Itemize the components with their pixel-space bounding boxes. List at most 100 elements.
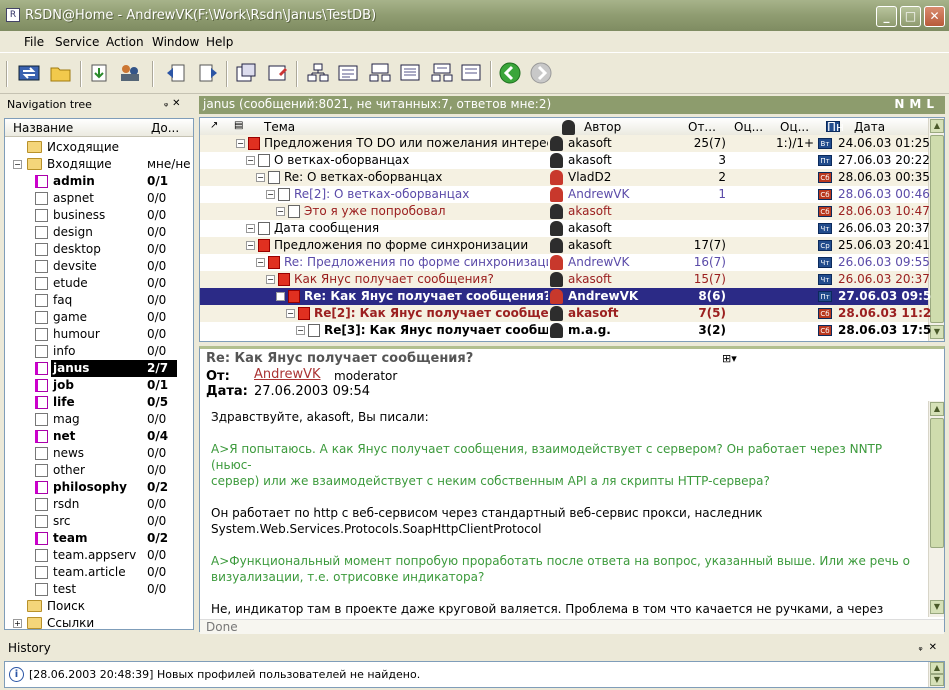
tree-item[interactable]: team.article 0/0 [5,564,193,581]
users-icon[interactable] [118,62,142,84]
menu-help[interactable]: Help [206,35,233,49]
tree-item[interactable]: admin 0/1 [5,173,193,190]
tree-item[interactable]: info 0/0 [5,343,193,360]
tree-item[interactable]: mag 0/0 [5,411,193,428]
collapse-icon[interactable]: − [13,160,22,169]
view-options-icon[interactable]: ⊞▾ [722,352,737,365]
collapse-icon[interactable]: − [256,258,265,267]
thread-5-icon[interactable] [430,62,454,84]
view-mode-toggles[interactable]: NML [894,97,939,111]
history-scrollbar[interactable]: ▲ ▼ [928,662,944,687]
message-row[interactable]: − Предложения по форме синхронизации akaso… [200,237,930,254]
tree-item[interactable]: faq 0/0 [5,292,193,309]
tree-item[interactable]: humour 0/0 [5,326,193,343]
tree-item[interactable]: test 0/0 [5,581,193,598]
col-name-header[interactable]: Название [13,121,73,135]
tree-item[interactable]: team.appserv 0/0 [5,547,193,564]
thread-6-icon[interactable] [460,62,484,84]
navigation-tree[interactable]: Название До... Исходящие − Входящие мне/не a… [4,118,194,630]
scroll-thumb[interactable] [930,418,944,548]
col-replies-header[interactable]: От... [688,120,716,134]
tree-item[interactable]: news 0/0 [5,445,193,462]
next-message-icon[interactable] [196,62,220,84]
col-rating1-header[interactable]: Оц... [734,120,763,134]
tree-item[interactable]: devsite 0/0 [5,258,193,275]
sync-icon[interactable] [17,62,41,84]
message-row[interactable]: − Re[2]: О ветках-оборванцах AndrewVK 1 Сб 28… [200,186,930,203]
collapse-icon[interactable]: − [246,156,255,165]
tree-item[interactable]: net 0/4 [5,428,193,445]
scroll-up-icon[interactable]: ▲ [930,662,944,674]
tree-item[interactable]: etude 0/0 [5,275,193,292]
maximize-button[interactable]: □ [900,6,921,27]
panel-close-icon[interactable]: ✕ [929,642,943,653]
collapse-icon[interactable]: − [266,275,275,284]
collapse-icon[interactable]: − [246,224,255,233]
scroll-up-icon[interactable]: ▲ [930,402,944,416]
minimize-button[interactable]: _ [876,6,897,27]
tree-item[interactable]: desktop 0/0 [5,241,193,258]
close-button[interactable]: ✕ [924,6,945,27]
tree-item[interactable]: src 0/0 [5,513,193,530]
tree-item[interactable]: game 0/0 [5,309,193,326]
collapse-icon[interactable]: − [276,207,285,216]
prev-message-icon[interactable] [164,62,188,84]
scroll-down-icon[interactable]: ▼ [930,325,944,339]
thread-1-icon[interactable] [306,62,330,84]
message-row[interactable]: − Re[3]: Как Янус получает сообще m.a.g. 3(… [200,322,931,339]
msgtype-col-icon[interactable]: ▤ [234,120,243,131]
tree-item[interactable]: other 0/0 [5,462,193,479]
tree-item[interactable]: design 0/0 [5,224,193,241]
message-row[interactable]: − Это я уже попробовал akasoft Сб 28.06.03 1… [200,203,930,220]
message-scrollbar[interactable]: ▲ ▼ [928,401,944,617]
tree-item[interactable]: + Ссылки [5,615,193,629]
menu-file[interactable]: File [24,35,44,49]
tree-item[interactable]: janus 2/7 [5,360,193,377]
collapse-icon[interactable]: − [256,173,265,182]
collapse-icon[interactable]: − [236,139,245,148]
col-subject-header[interactable]: Тема [264,120,295,134]
col-author-header[interactable]: Автор [584,120,621,134]
tree-item[interactable]: rsdn 0/0 [5,496,193,513]
collapse-icon[interactable]: − [296,326,305,335]
scroll-down-icon[interactable]: ▼ [930,674,944,686]
message-row[interactable]: − Re: Как Янус получает сообщения? AndrewV… [200,288,931,305]
tree-item[interactable]: philosophy 0/2 [5,479,193,496]
navigation-panel-buttons[interactable]: ᵩ✕ [164,98,185,109]
thread-4-icon[interactable] [399,62,423,84]
history-list[interactable]: i [28.06.2003 20:48:39] Новых профилей п… [4,661,945,688]
collapse-icon[interactable]: − [266,190,275,199]
scroll-thumb[interactable] [930,135,944,323]
download-icon[interactable] [88,62,112,84]
tree-item[interactable]: Поиск [5,598,193,615]
menu-window[interactable]: Window [152,35,199,49]
scroll-down-icon[interactable]: ▼ [930,600,944,614]
thread-2-icon[interactable] [337,62,361,84]
history-panel-buttons[interactable]: ᵩ✕ [918,642,943,653]
tree-item[interactable]: business 0/0 [5,207,193,224]
pin-icon[interactable]: ᵩ [918,642,928,653]
tree-item[interactable]: Исходящие [5,139,193,156]
thread-3-icon[interactable] [368,62,392,84]
message-row[interactable]: − О ветках-оборванцах akasoft 3 Пт 27.06.03 2… [200,152,930,169]
menu-service[interactable]: Service [55,35,99,49]
message-row[interactable]: − Дата сообщения akasoft Чт 26.06.03 20:37 [200,220,930,237]
message-row[interactable]: − Предложения TO DO или пожелания интерес… [200,135,930,152]
scroll-up-icon[interactable]: ▲ [930,119,944,133]
message-row[interactable]: − Re[2]: Как Янус получает сообщен akasoft… [200,305,931,322]
from-user-link[interactable]: AndrewVK [254,367,321,382]
message-grid[interactable]: ↗ ▤ Тема Автор От... Оц... Оц... Пн Дата… [199,117,945,342]
pin-icon[interactable]: ᵩ [164,98,172,109]
panel-close-icon[interactable]: ✕ [172,98,184,109]
open-folder-icon[interactable] [49,62,73,84]
message-row[interactable]: − Re: О ветках-оборванцах VladD2 2 Сб 28.06.0… [200,169,930,186]
new-window-icon[interactable] [234,62,258,84]
col-date-header[interactable]: Дата [854,120,885,134]
tree-item[interactable]: job 0/1 [5,377,193,394]
tree-item[interactable]: − Входящие мне/не [5,156,193,173]
col-rating2-header[interactable]: Оц... [780,120,809,134]
collapse-icon[interactable]: − [286,309,295,318]
tree-item[interactable]: aspnet 0/0 [5,190,193,207]
expand-icon[interactable]: + [13,619,22,628]
collapse-icon[interactable]: − [246,241,255,250]
